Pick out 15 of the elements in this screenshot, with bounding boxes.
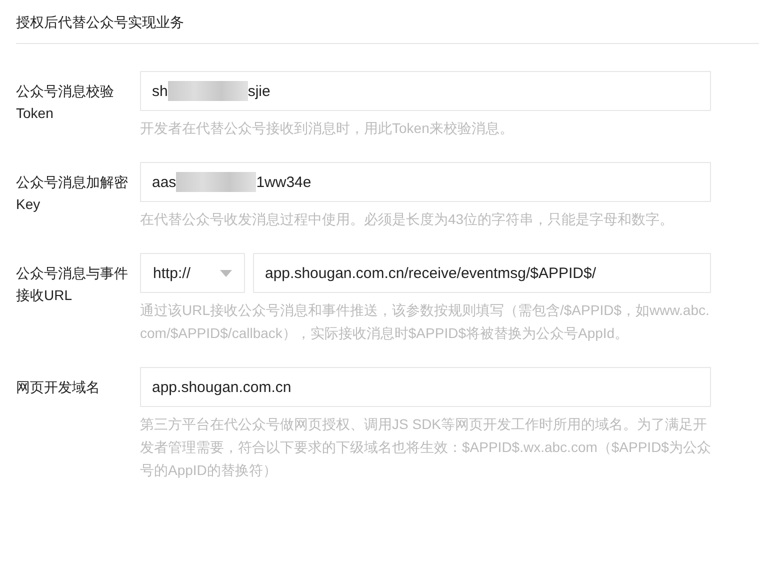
field-label: 公众号消息加解密Key [16, 173, 129, 214]
input-field[interactable]: aas 1ww34e [140, 162, 711, 202]
field-label: 公众号消息与事件接收URL [16, 264, 129, 305]
section-title: 授权后代替公众号实现业务 [16, 14, 184, 30]
field-hint: 通过该URL接收公众号消息和事件推送，该参数按规则填写（需包含/$APPID$，如www.abc.com/$APPID$/callback），实际接收消息时$APPID$将被替换为公众号AppId。 [140, 301, 710, 343]
field-hint: 第三方平台在代公众号做网页授权、调用JS SDK等网页开发工作时所用的域名。为了满足开发者管理需要，符合以下要求的下级域名也将生效：$APPID$.wx.abc.com（$APPID$为公众号的AppID的替换符） [140, 415, 711, 480]
field-hint: 在代替公众号收发消息过程中使用。必须是长度为43位的字符串，只能是字母和数字。 [140, 210, 675, 229]
input-field[interactable]: app.shougan.com.cn [140, 367, 711, 407]
input-field[interactable]: app.shougan.com.cn/receive/eventmsg/$APPID$/ [253, 253, 711, 293]
field-hint: 开发者在代替公众号接收到消息时，用此Token来校验消息。 [140, 119, 514, 138]
protocol-dropdown[interactable]: http:// [140, 253, 245, 293]
field-label: 网页开发域名 [16, 378, 101, 397]
caret-icon [220, 270, 232, 276]
field-label: 公众号消息校验Token [16, 82, 115, 123]
input-field[interactable]: sh sjie [140, 71, 711, 111]
